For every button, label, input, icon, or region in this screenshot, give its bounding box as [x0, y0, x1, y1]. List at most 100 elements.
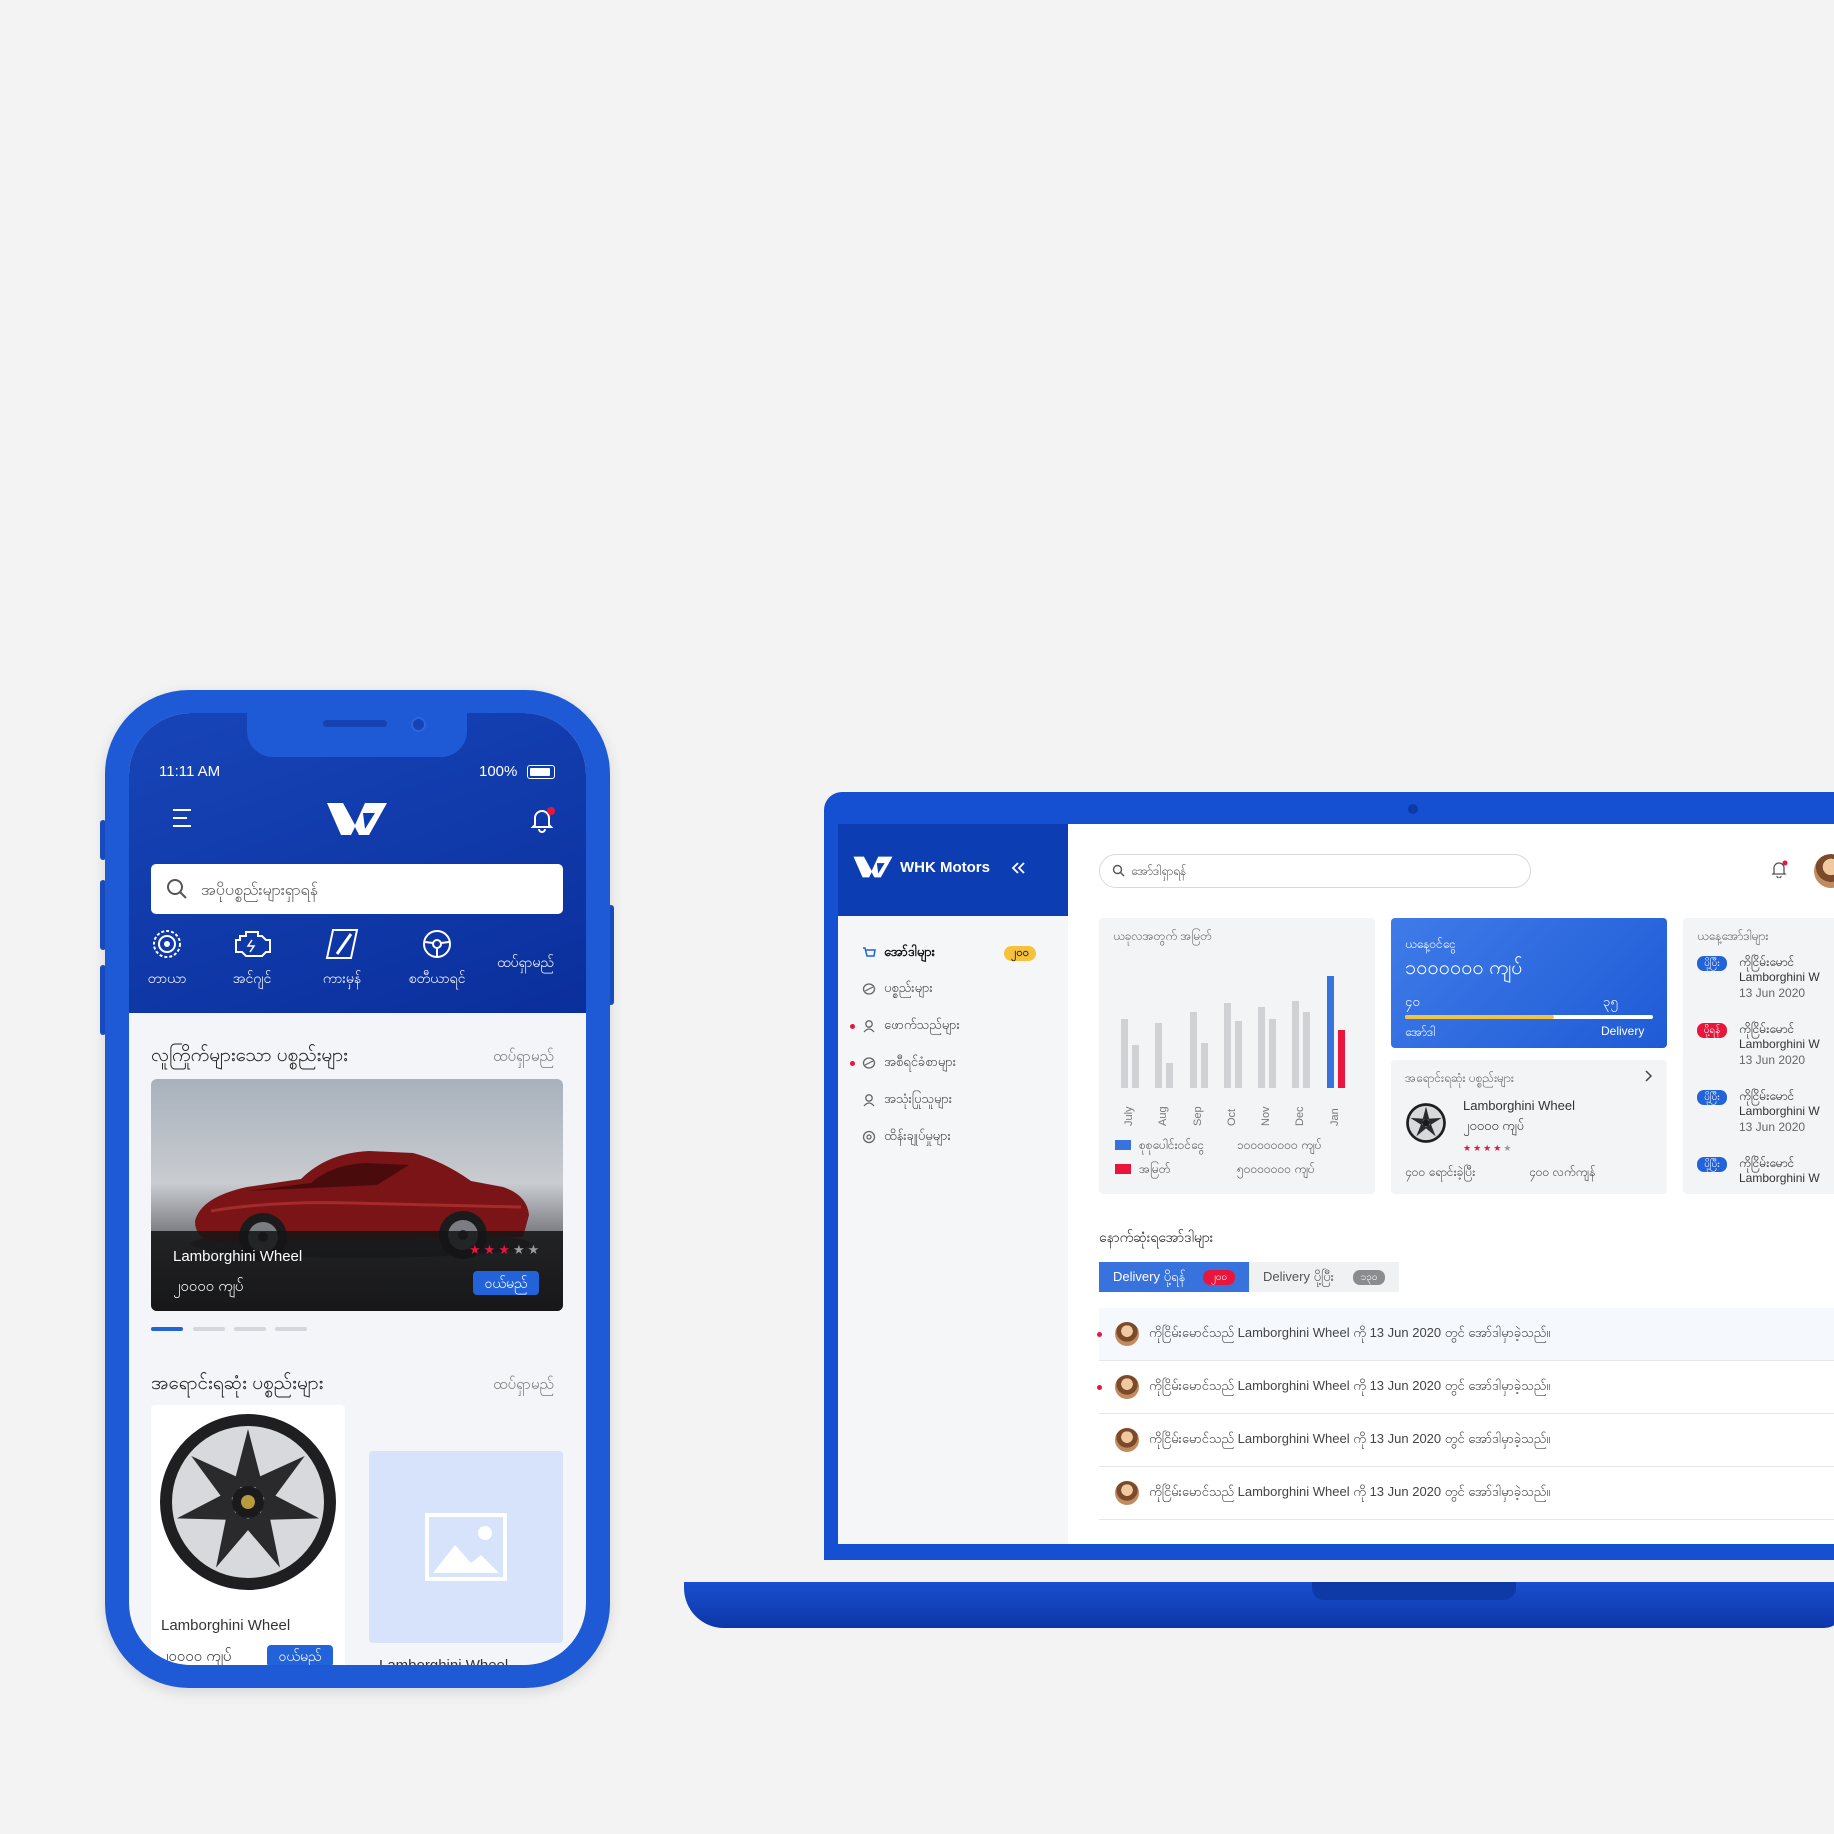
sidebar-item-label: အော်ဒါများ: [884, 944, 935, 959]
recent-order-row[interactable]: ကိုငြိမ်းမောင်သည် Lamborghini Wheel ကို …: [1099, 1467, 1834, 1520]
status-battery: 100%: [479, 763, 518, 780]
notification-bell-icon[interactable]: [529, 807, 555, 833]
legend-value-income: ၁၀၀၀၀၀၀၀၀ ကျပ်: [1237, 1138, 1322, 1152]
chart-bar: [1303, 1011, 1311, 1088]
bestseller-product-name: Lamborghini Wheel: [161, 1617, 291, 1634]
recent-order-row[interactable]: ကိုငြိမ်းမောင်သည် Lamborghini Wheel ကို …: [1097, 1361, 1834, 1414]
image-placeholder: [369, 1451, 563, 1643]
bestseller-card-placeholder[interactable]: Lamborghini Wheel: [369, 1405, 563, 1665]
tire-icon: [153, 930, 181, 958]
legend-label-profit: အမြတ်: [1139, 1162, 1171, 1176]
monthly-profit-panel: ယခုလအတွက် အမြတ် July Aug Sep Oct Nov Dec Jan စ…: [1099, 918, 1375, 1194]
today-order-item[interactable]: ပို့ပြီး ကိုငြိမ်းမောင် Lamborghini W 13 Ju…: [1697, 1088, 1834, 1148]
laptop-base: [684, 1582, 1834, 1628]
order-status-badge: ပို့ပြီး: [1697, 1090, 1727, 1105]
unread-dot: [850, 1024, 855, 1029]
category-engine[interactable]: အင်ဂျင်: [217, 927, 287, 990]
category-windshield[interactable]: ကားမှန်: [307, 927, 377, 990]
featured-rating: ★★★★★: [469, 1241, 542, 1259]
order-date: 13 Jun 2020: [1739, 1120, 1806, 1134]
x-tick-label: Dec: [1294, 1106, 1307, 1126]
star-empty-icon: ★: [512, 1242, 528, 1257]
report-icon: [862, 1057, 876, 1069]
sidebar-item-users[interactable]: အသုံးပြုသူများ: [862, 1091, 1042, 1111]
tab-count-badge: ၂၀၀: [1203, 1270, 1235, 1285]
recent-order-row[interactable]: ကိုငြိမ်းမောင်သည် Lamborghini Wheel ကို …: [1099, 1414, 1834, 1467]
user-avatar[interactable]: [1814, 854, 1834, 888]
featured-product-name: Lamborghini Wheel: [173, 1248, 303, 1265]
brand-logo-icon: [327, 803, 387, 835]
sidebar-item-label: အသုံးပြုသူများ: [884, 1091, 953, 1106]
bestseller-panel[interactable]: အရောင်းရဆုံး ပစ္စည်းများ Lamborghini Whe…: [1391, 1060, 1667, 1194]
today-order-item[interactable]: ပို့ရန် ကိုငြိမ်းမောင် Lamborghini W 13 Jun…: [1697, 1021, 1834, 1081]
category-steering[interactable]: စတီယာရင်: [397, 927, 477, 990]
recent-order-row[interactable]: ကိုငြိမ်းမောင်သည် Lamborghini Wheel ကို …: [1097, 1308, 1834, 1361]
chart-bar: [1132, 1045, 1139, 1088]
wheel-image: [160, 1414, 336, 1590]
chart-bar: [1189, 1011, 1197, 1088]
bestseller-panel-rating: ★★★★★: [1463, 1138, 1513, 1156]
order-status-badge: ပို့ရန်: [1697, 1023, 1727, 1038]
phone-speaker: [323, 720, 387, 727]
popular-section-title: လူကြိုက်များသော ပစ္စည်းများ: [151, 1045, 348, 1066]
revenue-right-label: Delivery: [1601, 1024, 1645, 1038]
today-revenue-card: ယနေ့ဝင်ငွေ ၁၀၀၀၀၀၀ ကျပ် ၄၀ ၃၅ အော်ဒါ Del…: [1391, 918, 1667, 1048]
bestseller-panel-remaining: ၄၀၀ လက်ကျန်: [1529, 1165, 1596, 1179]
profit-panel-title: ယခုလအတွက် အမြတ်: [1113, 929, 1212, 943]
placeholder-product-name: Lamborghini Wheel: [379, 1657, 508, 1665]
tab-delivery-done[interactable]: Delivery ပို့ပြီး ၁၃၀: [1249, 1262, 1399, 1292]
legend-label-income: စုစုပေါင်းဝင်ငွေ: [1139, 1138, 1205, 1152]
chart-bar: [1223, 1002, 1231, 1088]
star-filled-icon: ★: [1493, 1143, 1504, 1153]
revenue-progress-track: [1405, 1015, 1653, 1019]
user-icon: [863, 1020, 875, 1033]
notification-bell-icon[interactable]: [1770, 860, 1788, 878]
dashboard-screen: WHK Motors အော်ဒါများ ၂၀၀ ပစ္စည်းများ ဖေ…: [838, 824, 1834, 1544]
featured-buy-button[interactable]: ဝယ်မည်: [473, 1271, 539, 1295]
unread-dot: [1097, 1332, 1102, 1337]
search-icon: [1112, 864, 1125, 877]
sidebar-item-label: ထိန်းချုပ်မှုများ: [884, 1128, 951, 1143]
recent-orders-title: နောက်ဆုံးရအော်ဒါများ: [1099, 1229, 1214, 1245]
sidebar-item-customers[interactable]: ဖောက်သည်များ: [862, 1017, 1042, 1037]
brand-name: WHK Motors: [900, 859, 990, 876]
sidebar-item-orders[interactable]: အော်ဒါများ ၂၀၀: [862, 944, 1042, 964]
x-tick-label: Sep: [1191, 1106, 1204, 1126]
today-order-item[interactable]: ပို့ပြီး ကိုငြိမ်းမောင် Lamborghini W: [1697, 1155, 1834, 1215]
search-placeholder: အော်ဒါရှာရန်: [1131, 864, 1187, 878]
hamburger-menu-icon[interactable]: [171, 807, 193, 829]
featured-product-price: ၂၀၀၀၀ ကျပ်: [173, 1278, 244, 1295]
phone-screen: 11:11 AM 100% အပိုပစ္စည်းများရှာရန် တာယာ…: [129, 713, 586, 1665]
chart-bar: [1337, 1029, 1345, 1088]
bestseller-buy-button[interactable]: ဝယ်မည်: [267, 1645, 333, 1665]
sidebar-item-products[interactable]: ပစ္စည်းများ: [862, 980, 1042, 1000]
chart-bar: [1155, 1023, 1163, 1088]
revenue-title: ယနေ့ဝင်ငွေ: [1405, 937, 1456, 951]
sidebar-item-settings[interactable]: ထိန်းချုပ်မှုများ: [862, 1128, 1042, 1148]
legend-swatch-income: [1115, 1140, 1131, 1150]
star-filled-icon: ★: [1473, 1143, 1484, 1153]
category-label: တာယာ: [147, 970, 187, 986]
category-tires[interactable]: တာယာ: [137, 927, 197, 990]
popular-more-link[interactable]: ထပ်ရှာမည်: [493, 1047, 554, 1069]
categories-more-link[interactable]: ထပ်ရှာမည်: [497, 953, 554, 974]
bestseller-card[interactable]: Lamborghini Wheel ၂၀၀၀၀ ကျပ် ဝယ်မည်: [151, 1405, 345, 1665]
star-filled-icon: ★: [469, 1242, 484, 1257]
sidebar-item-reports[interactable]: အစီရင်ခံစာများ: [862, 1054, 1042, 1074]
bestseller-panel-name: Lamborghini Wheel: [1463, 1098, 1576, 1113]
bestseller-more-link[interactable]: ထပ်ရှာမည်: [493, 1375, 554, 1397]
order-search-input[interactable]: အော်ဒါရှာရန်: [1099, 854, 1531, 888]
collapse-sidebar-icon[interactable]: [1010, 860, 1026, 876]
chevron-right-icon[interactable]: [1643, 1070, 1653, 1082]
featured-product-card[interactable]: Lamborghini Wheel ၂၀၀၀၀ ကျပ် ★★★★★ ဝယ်မည…: [151, 1079, 563, 1311]
star-filled-icon: ★: [1463, 1143, 1474, 1153]
orders-count-badge: ၂၀၀: [1004, 946, 1036, 961]
product-search-input[interactable]: အပိုပစ္စည်းများရှာရန်: [151, 864, 563, 914]
today-order-item[interactable]: ပို့ပြီး ကိုငြိမ်းမောင် Lamborghini W 13 Ju…: [1697, 954, 1834, 1014]
chart-bar: [1200, 1043, 1208, 1088]
legend-swatch-profit: [1115, 1164, 1131, 1174]
phone-header: 11:11 AM 100% အပိုပစ္စည်းများရှာရန် တာယာ…: [129, 713, 586, 1013]
laptop-camera: [1408, 804, 1418, 814]
revenue-amount: ၁၀၀၀၀၀၀ ကျပ်: [1405, 957, 1523, 979]
tab-delivery-pending[interactable]: Delivery ပို့ရန် ၂၀၀: [1099, 1262, 1249, 1292]
